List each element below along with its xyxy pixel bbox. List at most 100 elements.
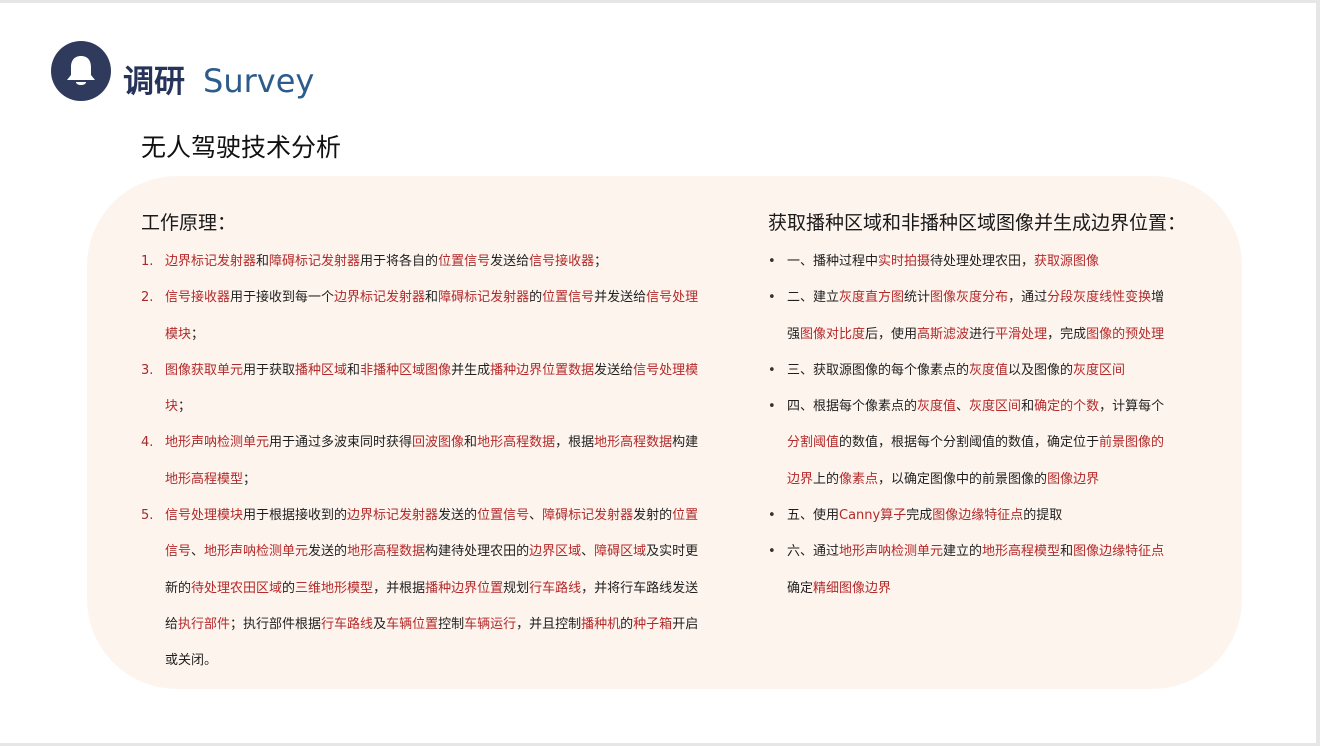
list-marker: • — [768, 362, 776, 378]
highlighted-term: 执行部件 — [178, 616, 231, 632]
highlighted-term: 种子箱 — [633, 616, 673, 632]
highlighted-term: 障碍标记发射器 — [542, 508, 634, 524]
highlighted-term: 待处理农田区域 — [191, 580, 283, 596]
body-text: 进行 — [969, 326, 996, 342]
body-text: 三、获取源图像的每个像素点的 — [787, 362, 970, 378]
highlighted-term: 信号接收器 — [529, 254, 595, 269]
list-marker: • — [768, 399, 776, 415]
working-principle-list: 1. 边界标记发射器和障碍标记发射器用于将各自的位置信号发送给信号接收器； 2. 信号… — [141, 244, 703, 680]
highlighted-term: 障碍区域 — [594, 544, 647, 560]
body-text: 的 — [282, 580, 296, 596]
list-marker: • — [768, 290, 776, 306]
list-item: • 六、通过地形声呐检测单元建立的地形高程模型和图像边缘特征点确定精细图像边界 — [768, 534, 1174, 607]
highlighted-term: 播种区域 — [295, 362, 348, 378]
highlighted-term: 图像的预处理 — [1086, 326, 1165, 342]
highlighted-term: 位置信号 — [477, 508, 530, 524]
highlighted-term: 地形声呐检测单元 — [204, 544, 309, 560]
body-text: 的数值，根据每个分割阈值的数值，确定位于 — [839, 435, 1100, 451]
highlighted-term: 回波图像 — [412, 435, 465, 451]
highlighted-term: 边界标记发射器 — [347, 508, 439, 524]
body-text: 完成 — [906, 508, 933, 524]
left-column-heading: 工作原理： — [141, 212, 237, 234]
highlighted-term: 信号处理模块 — [165, 508, 244, 524]
body-text: 和 — [1021, 399, 1035, 415]
highlighted-term: 地形声呐检测单元 — [165, 435, 270, 451]
highlighted-term: 信号接收器 — [165, 290, 231, 306]
highlighted-term: 图像边界 — [1047, 471, 1100, 487]
body-text: 的 — [620, 616, 634, 632]
bell-icon — [67, 56, 95, 85]
body-text: 用于通过多波束同时获得 — [269, 435, 413, 451]
body-text: 、 — [956, 399, 970, 415]
highlighted-term: 地形高程模型 — [982, 544, 1061, 560]
list-marker: • — [768, 508, 776, 524]
body-text: 发送的 — [438, 508, 478, 524]
body-text: 和 — [256, 254, 270, 269]
body-text: 及 — [373, 616, 387, 632]
highlighted-term: 障碍标记发射器 — [269, 254, 361, 269]
highlighted-term: 实时拍摄 — [878, 254, 931, 269]
right-column-heading: 获取播种区域和非播种区域图像并生成边界位置： — [768, 212, 1187, 234]
list-item: • 一、播种过程中实时拍摄待处理处理农田，获取源图像 — [768, 244, 1174, 280]
body-text: 发送的 — [308, 544, 348, 560]
list-marker: 2. — [141, 290, 154, 306]
list-marker: • — [768, 254, 776, 269]
highlighted-term: 地形高程数据 — [347, 544, 426, 560]
body-text: 一、播种过程中 — [787, 254, 879, 269]
list-marker: 3. — [141, 362, 154, 378]
window-right-border — [1316, 0, 1320, 746]
body-text: 发送给 — [594, 362, 634, 378]
body-text: 的 — [529, 290, 543, 306]
highlighted-term: 像素点 — [839, 471, 879, 487]
page-subtitle: 无人驾驶技术分析 — [141, 133, 342, 162]
body-text: 、 — [581, 544, 595, 560]
highlighted-term: 位置信号 — [542, 290, 595, 306]
header-title-en: Survey — [203, 62, 315, 100]
body-text: ； — [191, 326, 205, 342]
highlighted-term: 图像灰度分布 — [930, 290, 1009, 306]
body-text: ； — [594, 254, 608, 269]
list-marker: 5. — [141, 508, 154, 524]
list-marker: 1. — [141, 254, 154, 269]
body-text: ，根据 — [555, 435, 595, 451]
list-marker: 4. — [141, 435, 154, 451]
highlighted-term: 边界区域 — [529, 544, 582, 560]
list-item: • 四、根据每个像素点的灰度值、灰度区间和确定的个数，计算每个分割阈值的数值，根据… — [768, 389, 1174, 498]
highlighted-term: 位置信号 — [438, 254, 491, 269]
highlighted-term: 地形声呐检测单元 — [839, 544, 944, 560]
highlighted-term: 分段灰度线性变换 — [1047, 290, 1152, 306]
highlighted-term: 播种边界位置数据 — [490, 362, 595, 378]
body-text: 构建 — [672, 435, 699, 451]
highlighted-term: Canny算子 — [839, 508, 907, 524]
highlighted-term: 地形高程模型 — [165, 471, 244, 487]
body-text: 构建待处理农田的 — [425, 544, 530, 560]
highlighted-term: 三维地形模型 — [295, 580, 374, 596]
body-text: ；执行部件根据 — [230, 616, 322, 632]
highlighted-term: 行车路线 — [321, 616, 374, 632]
body-text: 规划 — [503, 580, 530, 596]
body-text: 用于将各自的 — [360, 254, 439, 269]
highlighted-term: 图像边缘特征点 — [1073, 544, 1165, 560]
body-text: 建立的 — [943, 544, 983, 560]
body-text: 用于接收到每一个 — [230, 290, 335, 306]
page-header: 调研 Survey — [123, 56, 314, 100]
body-text: 五、使用 — [787, 508, 840, 524]
body-text: ，并且控制 — [516, 616, 582, 632]
body-text: 以及图像的 — [1008, 362, 1074, 378]
highlighted-term: 高斯滤波 — [917, 326, 970, 342]
body-text: 统计 — [904, 290, 931, 306]
list-item: • 三、获取源图像的每个像素点的灰度值以及图像的灰度区间 — [768, 353, 1174, 389]
body-text: 并生成 — [451, 362, 491, 378]
body-text: ，并根据 — [373, 580, 426, 596]
highlighted-term: 图像对比度 — [800, 326, 866, 342]
body-text: 控制 — [438, 616, 465, 632]
body-text: 上的 — [813, 471, 840, 487]
body-text: ，完成 — [1047, 326, 1087, 342]
body-text: ，计算每个 — [1099, 399, 1165, 415]
body-text: 确定 — [787, 580, 814, 596]
body-text: 四、根据每个像素点的 — [787, 399, 918, 415]
header-title-cn: 调研 — [123, 64, 185, 100]
highlighted-term: 播种机 — [581, 616, 621, 632]
highlighted-term: 边界标记发射器 — [165, 254, 257, 269]
highlighted-term: 平滑处理 — [995, 326, 1048, 342]
